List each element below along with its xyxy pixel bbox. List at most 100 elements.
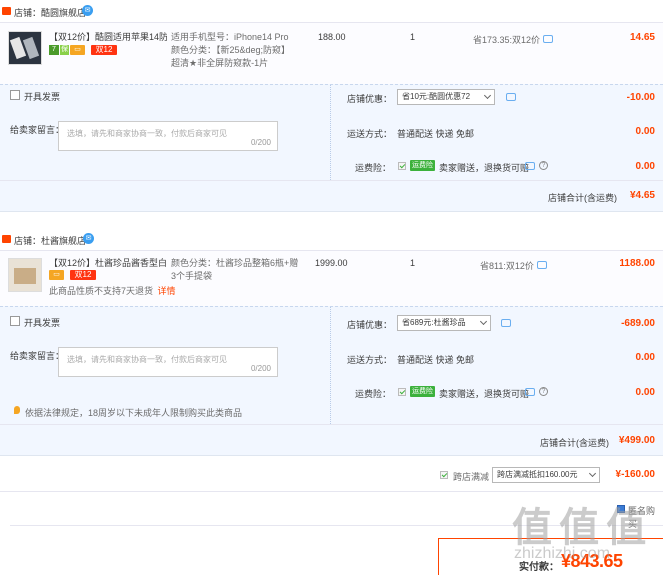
divider [330,307,331,424]
insurance-amount: 0.00 [635,387,655,398]
shop-header: 店铺：酷圆旗舰店 ✉ [0,2,663,20]
chat-icon[interactable]: ✉ [83,233,94,244]
shop-total-value: ¥4.65 [629,190,655,201]
cross-store-checkbox[interactable] [440,471,448,479]
coupon-select[interactable]: 省10元:酷圆优惠72 [397,89,495,105]
insurance-checkbox[interactable] [398,162,406,170]
insurance-badge: 运费险 [410,160,435,171]
checkout-footer: 匿名购买 实付款： ¥843.65 值 值 值 zhizhizhi.com [0,493,663,575]
shipping-label: 运送方式： [347,355,393,365]
product-title[interactable]: 【双12价】酷圆适用苹果14防… [49,31,167,44]
insurance-value: 卖家赠送，退换货可赔 [439,389,530,399]
chevron-down-icon [588,469,597,478]
help-icon[interactable]: ? [539,387,548,396]
discount-note: 省173.35:双12价 [473,35,541,45]
shop-total-bar: 店铺合计(含运费) ¥499.00 [0,424,663,456]
return-detail-link[interactable]: 详情 [158,286,176,296]
note-counter: 0/200 [250,364,271,373]
sku-line: 颜色分类：杜酱珍品整箱6瓶+赠 [171,258,299,268]
watermark-url: zhizhizhi.com [514,545,611,562]
return-note-text: 此商品性质不支持7天退货 [49,286,154,296]
shop-header: 店铺：杜酱旗舰店 ✉ [0,230,663,248]
sku-line: 适用手机型号：iPhone14 Pro [171,32,289,42]
insurance-label: 运费险： [355,389,392,399]
product-badges: 7 保 ▭ 双12 [49,45,117,56]
card-icon: ▭ [70,45,85,55]
insurance-value: 卖家赠送，退换货可赔 [439,163,530,173]
shop-name[interactable]: 店铺：酷圆旗舰店 [14,6,86,19]
invoice-label: 开具发票 [24,318,61,328]
insurance-badge: 运费险 [410,386,435,397]
shipping-value: 普通配送 快递 免邮 [397,129,475,139]
note-label: 给卖家留言： [10,125,65,135]
card-icon: ▭ [49,270,64,280]
product-badges: ▭ 双12 [49,270,96,281]
item-subtotal: 1188.00 [619,258,655,269]
invoice-checkbox[interactable] [10,90,20,100]
product-title[interactable]: 【双12价】杜酱珍品酱香型白… [49,257,167,270]
shipping-amount: 0.00 [635,126,655,137]
guarantee-badge: 保 [60,45,69,55]
chat-icon[interactable] [525,388,535,396]
coupon-value: 省689元:杜酱珍品 [402,318,466,327]
coupon-value: 省10元:酷圆优惠72 [402,92,471,101]
cross-store-amount: ¥-160.00 [615,469,655,480]
shipping-label: 运送方式： [347,129,393,139]
coupon-amount: -10.00 [626,92,655,103]
law-note: 依据法律规定，18周岁以下未成年人限制购买此类商品 [25,408,243,418]
coupon-select[interactable]: 省689元:杜酱珍品 [397,315,491,331]
chat-icon[interactable]: ✉ [82,5,93,16]
order-options: 开具发票 给卖家留言： 选填，请先和商家协商一致，付款后商家可见 0/200 依… [0,306,663,424]
unit-price: 1999.00 [315,258,348,268]
sku-line: 颜色分类：【新25&deg;防窥】 [171,45,291,55]
quantity: 1 [410,32,416,42]
chevron-down-icon [483,91,492,100]
chat-icon[interactable] [501,319,511,327]
discount-note: 省811:双12价 [480,261,534,271]
shop-icon [2,235,11,243]
note-label: 给卖家留言： [10,351,65,361]
shop-icon [2,7,11,15]
shipping-amount: 0.00 [635,352,655,363]
chat-icon[interactable] [506,93,516,101]
cross-store-value: 跨店满减抵扣160.00元 [497,470,578,479]
cross-store-row: 跨店满减 跨店满减抵扣160.00元 ¥-160.00 [0,458,663,492]
chat-icon[interactable] [543,35,553,43]
coupon-amount: -689.00 [621,318,655,329]
shop-total-label: 店铺合计(含运费) [540,438,609,448]
note-placeholder: 选填，请先和商家协商一致，付款后商家可见 [67,355,227,364]
order-item: 【双12价】酷圆适用苹果14防… 7 保 ▭ 双12 适用手机型号：iPhone14 … [0,22,663,84]
chevron-down-icon [479,317,488,326]
quantity: 1 [410,258,416,268]
help-icon[interactable]: ? [539,161,548,170]
seller-note-input[interactable]: 选填，请先和商家协商一致，付款后商家可见 0/200 [58,347,278,377]
product-thumbnail[interactable] [8,258,42,292]
coupon-label: 店铺优惠： [347,94,393,104]
cross-store-select[interactable]: 跨店满减抵扣160.00元 [492,467,600,483]
sku-line: 3个手提袋 [171,271,213,281]
divider [330,85,331,180]
sku-line: 超清★非全屏防窥款-1片 [171,58,269,68]
order-options: 开具发票 给卖家留言： 选填，请先和商家协商一致，付款后商家可见 0/200 店… [0,84,663,180]
shop-total-value: ¥499.00 [618,435,655,446]
double12-badge: 双12 [91,45,117,55]
note-counter: 0/200 [250,138,271,147]
chat-icon[interactable] [525,162,535,170]
insurance-label: 运费险： [355,163,392,173]
seven-day-badge: 7 [49,45,59,55]
shipping-value: 普通配送 快递 免邮 [397,355,475,365]
cross-store-label: 跨店满减 [453,472,490,482]
seller-note-input[interactable]: 选填，请先和商家协商一致，付款后商家可见 0/200 [58,121,278,151]
shop-total-bar: 店铺合计(含运费) ¥4.65 [0,180,663,212]
order-item: 【双12价】杜酱珍品酱香型白… ▭ 双12 此商品性质不支持7天退货 详情 颜色分… [0,250,663,306]
double12-badge: 双12 [70,270,96,280]
insurance-amount: 0.00 [635,161,655,172]
product-thumbnail[interactable] [8,31,42,65]
invoice-label: 开具发票 [24,92,61,102]
insurance-checkbox[interactable] [398,388,406,396]
invoice-checkbox[interactable] [10,316,20,326]
coupon-label: 店铺优惠： [347,320,393,330]
return-note: 此商品性质不支持7天退货 详情 [49,284,176,297]
shop-name[interactable]: 店铺：杜酱旗舰店 [14,234,86,247]
chat-icon[interactable] [537,261,547,269]
